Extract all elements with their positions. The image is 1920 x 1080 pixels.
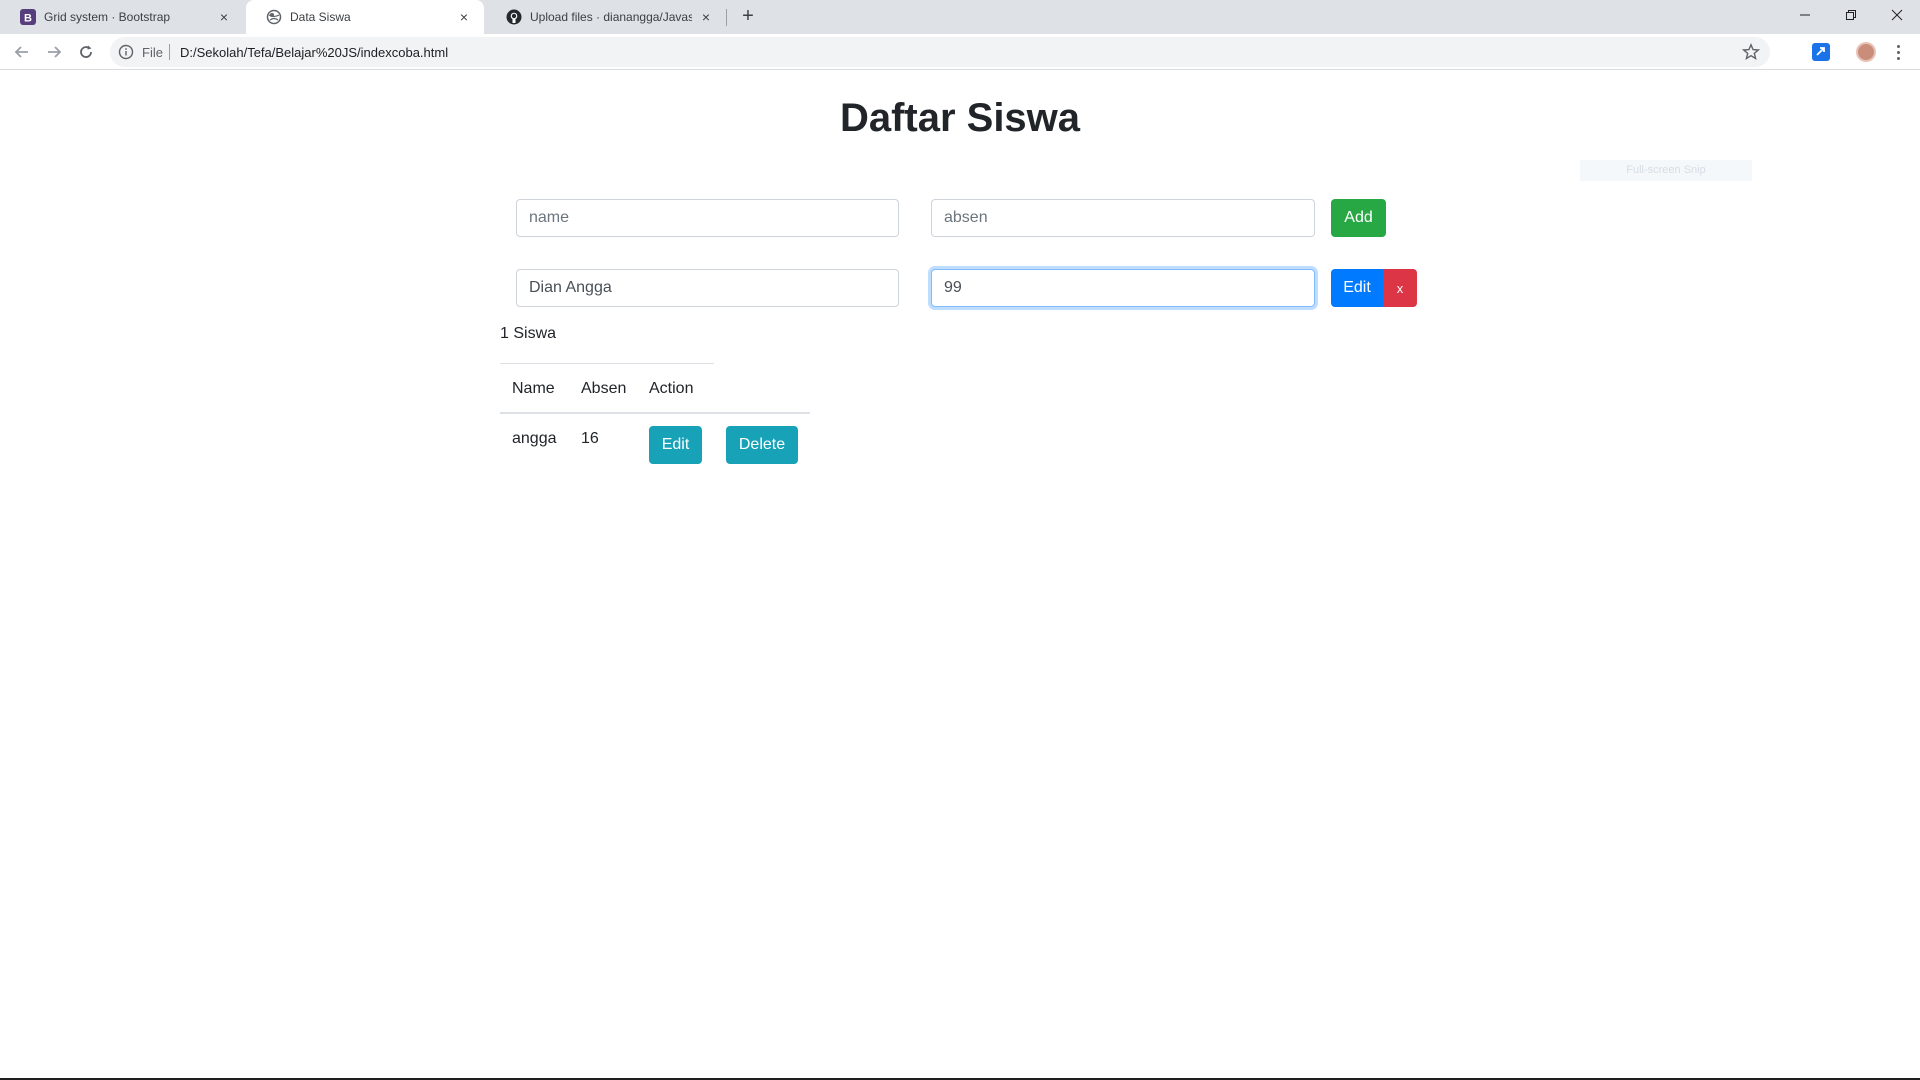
browser-menu-icon[interactable] [1890, 42, 1906, 62]
arrow-left-icon [14, 46, 28, 58]
info-icon[interactable] [118, 44, 134, 60]
tab-grid-system[interactable]: B Grid system · Bootstrap × [0, 0, 244, 34]
tab-title: Data Siswa [290, 10, 351, 24]
svg-text:B: B [24, 13, 32, 25]
edit-save-button[interactable]: Edit [1331, 269, 1383, 307]
edit-name-input[interactable] [516, 269, 899, 307]
page-title: Daftar Siswa [839, 96, 1081, 140]
tab-close-icon[interactable]: × [698, 9, 714, 25]
url-text[interactable]: D:/Sekolah/Tefa/Belajar%20JS/indexcoba.h… [180, 45, 448, 60]
header-name: Name [512, 380, 555, 397]
cell-name: angga [512, 430, 557, 447]
snip-overlay: Full-screen Snip [1580, 160, 1752, 181]
address-bar[interactable]: File D:/Sekolah/Tefa/Belajar%20JS/indexc… [110, 37, 1770, 67]
tab-strip: B Grid system · Bootstrap × Data Siswa ×… [0, 0, 1920, 34]
bookmark-star-icon[interactable] [1742, 43, 1760, 61]
back-button[interactable] [10, 40, 34, 64]
browser-toolbar: File D:/Sekolah/Tefa/Belajar%20JS/indexc… [0, 34, 1920, 70]
page-content: Daftar Siswa Full-screen Snip Add Edit x… [0, 71, 1920, 1078]
header-action: Action [649, 380, 694, 397]
globe-icon [266, 9, 282, 25]
github-icon [506, 9, 522, 25]
bootstrap-icon: B [20, 9, 36, 25]
cancel-edit-button[interactable]: x [1383, 269, 1417, 307]
table-top-border [500, 363, 714, 364]
absen-input[interactable] [931, 199, 1315, 237]
forward-button[interactable] [42, 40, 66, 64]
student-count: 1 Siswa [500, 325, 557, 342]
minimize-icon [1800, 14, 1810, 16]
close-icon [1891, 9, 1903, 21]
close-window-button[interactable] [1874, 0, 1920, 30]
minimize-button[interactable] [1782, 0, 1828, 30]
reload-button[interactable] [74, 40, 98, 64]
profile-avatar[interactable] [1856, 42, 1876, 62]
restore-icon [1846, 10, 1856, 20]
reload-icon [80, 45, 92, 58]
omnibox-divider [169, 44, 170, 60]
tab-upload-files[interactable]: Upload files · dianangga/Javascri × [486, 0, 726, 34]
new-tab-button[interactable]: + [736, 5, 760, 29]
tab-data-siswa[interactable]: Data Siswa × [246, 0, 484, 34]
add-button[interactable]: Add [1331, 199, 1386, 237]
name-input[interactable] [516, 199, 899, 237]
tab-title: Upload files · dianangga/Javascri [530, 10, 692, 24]
arrow-right-icon [48, 46, 62, 58]
row-edit-button[interactable]: Edit [649, 426, 702, 464]
scheme-label: File [142, 45, 163, 60]
tab-close-icon[interactable]: × [456, 9, 472, 25]
tab-close-icon[interactable]: × [216, 9, 232, 25]
restore-button[interactable] [1828, 0, 1874, 30]
table-header-border [500, 412, 810, 414]
tab-title: Grid system · Bootstrap [44, 10, 171, 24]
header-absen: Absen [581, 380, 627, 397]
cell-absen: 16 [581, 430, 599, 447]
edit-absen-input[interactable] [931, 269, 1315, 307]
extension-icon[interactable] [1812, 43, 1830, 61]
tab-separator [726, 9, 727, 26]
row-delete-button[interactable]: Delete [726, 426, 798, 464]
